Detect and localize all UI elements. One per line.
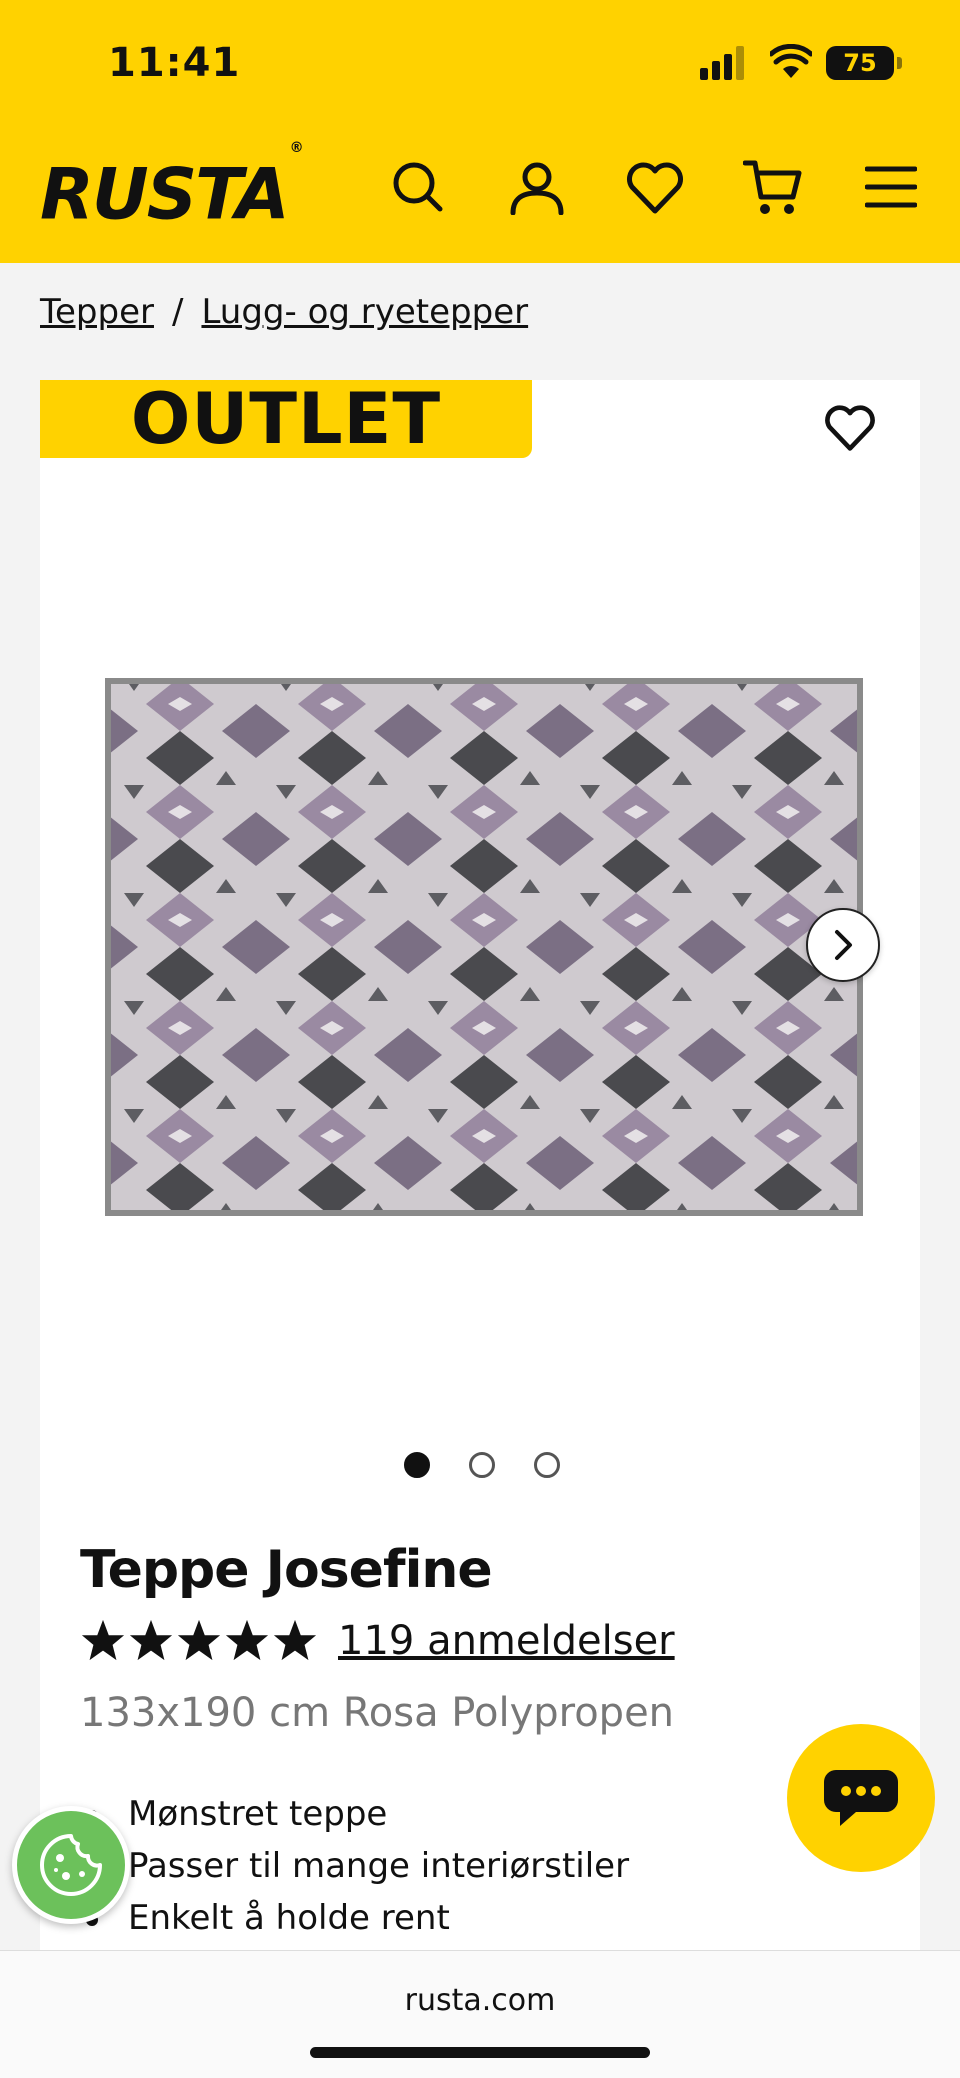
product-subtitle: 133x190 cm Rosa Polypropen: [80, 1690, 675, 1736]
star-icon: [129, 1619, 173, 1661]
feature-item: Enkelt å holde rent: [80, 1892, 629, 1944]
feature-item: Passer til mange interiørstiler: [80, 1840, 629, 1892]
product-features: Mønstret teppe Passer til mange interiør…: [80, 1788, 629, 1944]
site-header: 11:41 75 RUSTA®: [0, 0, 960, 263]
star-icon: [177, 1619, 221, 1661]
reviews-link[interactable]: 119 anmeldelser: [338, 1618, 675, 1664]
next-image-button[interactable]: [806, 908, 880, 982]
gallery-dot-1[interactable]: [404, 1452, 430, 1478]
wifi-icon: [770, 44, 812, 78]
breadcrumb: Tepper / Lugg- og ryetepper: [40, 292, 528, 332]
home-indicator[interactable]: [310, 2047, 650, 2058]
status-bar: 11:41 75: [0, 0, 960, 120]
url-text[interactable]: rusta.com: [0, 1983, 960, 2018]
cookie-settings-button[interactable]: [12, 1806, 130, 1924]
breadcrumb-lugg-og-ryetepper[interactable]: Lugg- og ryetepper: [201, 292, 528, 332]
feature-item: Mønstret teppe: [80, 1788, 629, 1840]
gallery-dot-2[interactable]: [469, 1452, 495, 1478]
star-icon: [225, 1619, 269, 1661]
outlet-badge: OUTLET: [40, 380, 532, 458]
add-to-favorites-heart-icon[interactable]: [822, 402, 878, 458]
status-time: 11:41: [108, 40, 241, 86]
breadcrumb-tepper[interactable]: Tepper: [40, 292, 154, 332]
gallery-dot-3[interactable]: [534, 1452, 560, 1478]
breadcrumb-separator: /: [171, 292, 184, 332]
product-card: OUTLET Teppe Josefine 119 anmeldelser 13…: [40, 380, 920, 1960]
browser-address-bar: rusta.com: [0, 1950, 960, 2078]
cart-icon[interactable]: [741, 155, 805, 219]
menu-icon[interactable]: [859, 155, 923, 219]
account-icon[interactable]: [505, 155, 569, 219]
chat-bubble-icon: [824, 1770, 898, 1826]
favorites-icon[interactable]: [623, 155, 687, 219]
logo-text: RUSTA: [40, 153, 290, 236]
rating-stars: [80, 1618, 318, 1664]
gallery-pagination: [404, 1452, 560, 1478]
logo-registered-mark: ®: [289, 140, 304, 156]
chat-button[interactable]: [787, 1724, 935, 1872]
cookie-icon: [40, 1834, 102, 1896]
signal-icon: [700, 46, 744, 80]
product-title: Teppe Josefine: [80, 1540, 493, 1600]
star-icon: [81, 1619, 125, 1661]
chevron-right-icon: [835, 930, 852, 960]
rusta-logo[interactable]: RUSTA®: [40, 140, 304, 236]
product-image-rug[interactable]: [104, 677, 864, 1217]
search-icon[interactable]: [386, 155, 450, 219]
battery-indicator: 75: [826, 46, 902, 80]
star-icon: [273, 1619, 317, 1661]
